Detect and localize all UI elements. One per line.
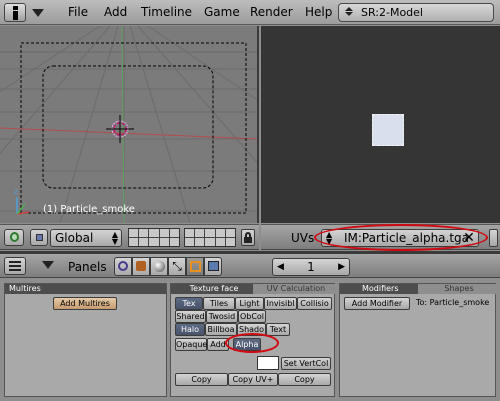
vertex-color-swatch[interactable] [257, 356, 279, 370]
3d-viewport[interactable]: z (1) Particle_smoke [0, 26, 259, 223]
menu-add[interactable]: Add [104, 5, 127, 19]
scene-icon[interactable] [204, 257, 222, 276]
copy-vertcol-button[interactable]: Copy VertCol [278, 373, 331, 386]
frame-value: 1 [307, 260, 315, 274]
frame-right-icon[interactable]: ▶ [338, 259, 345, 275]
image-selector-highlight [314, 224, 488, 251]
svg-text:z: z [14, 188, 18, 196]
logic-icon[interactable] [114, 257, 132, 276]
uv-image-editor[interactable] [261, 26, 500, 223]
scene-name: SR:2-Model [361, 6, 423, 19]
info-window-icon[interactable] [4, 3, 26, 22]
frame-number-field[interactable]: ◀ 1 ▶ [272, 258, 350, 276]
panels-label: Panels [68, 260, 107, 274]
viewport-header: Global ▲ ▼ [0, 224, 259, 250]
tab-shapes[interactable]: Shapes [418, 284, 496, 294]
context-buttons[interactable]: ⤡ [114, 257, 234, 277]
tab-modifiers[interactable]: Modifiers [340, 284, 418, 294]
draw-type-button[interactable] [30, 229, 48, 246]
shared-button[interactable]: Shared [175, 310, 206, 323]
uv-texture-square [372, 114, 404, 146]
invisible-button[interactable]: Invisibl [264, 297, 297, 310]
light-button[interactable]: Light [235, 297, 264, 310]
orientation-value: Global [55, 231, 94, 245]
layer-buttons[interactable] [128, 228, 238, 247]
menu-bar: File Add Timeline Game Render Help SR:2-… [0, 0, 500, 25]
menu-game[interactable]: Game [204, 5, 240, 19]
buttons-editor-icon[interactable] [4, 257, 26, 275]
menu-help[interactable]: Help [305, 5, 332, 19]
modifier-target-label: To: Particle_smoke [416, 298, 490, 307]
tab-texture-face[interactable]: Texture face [171, 284, 253, 294]
object-icon[interactable]: ⤡ [168, 257, 186, 276]
set-vertcol-button[interactable]: Set VertCol [281, 357, 331, 370]
multires-tab[interactable]: Multires [5, 284, 166, 294]
collision-button[interactable]: Collisio [297, 297, 332, 310]
copy-drawmode-button[interactable]: Copy DrawMo [175, 373, 228, 386]
uvs-label: UVs [291, 231, 315, 245]
tiles-button[interactable]: Tiles [203, 297, 235, 310]
copy-uv-button[interactable]: Copy UV+ [228, 373, 278, 386]
x-axis-line [0, 127, 257, 140]
menu-file[interactable]: File [68, 5, 88, 19]
editing-icon[interactable] [186, 257, 204, 276]
shading-icon[interactable] [150, 257, 168, 276]
menu-timeline[interactable]: Timeline [141, 5, 192, 19]
pin-icon[interactable] [489, 229, 498, 247]
twoside-button[interactable]: Twosid [206, 310, 238, 323]
tab-uv-calculation[interactable]: UV Calculation [253, 284, 335, 294]
uv-editor-header: UVs ▲ ▼ IM:Particle_alpha.tga ✕ [261, 224, 500, 251]
obcol-button[interactable]: ObCol [238, 310, 266, 323]
billboard-button[interactable]: Billboa [205, 323, 237, 336]
text-button[interactable]: Text [266, 323, 290, 336]
scene-selector[interactable]: SR:2-Model [338, 3, 494, 22]
opaque-button[interactable]: Opaque [175, 338, 207, 351]
multires-panel: Multires Add Multires [4, 283, 167, 397]
add-modifier-button[interactable]: Add Modifier [344, 297, 410, 310]
menu-render[interactable]: Render [250, 5, 293, 19]
tex-button[interactable]: Tex [175, 297, 203, 310]
panels-collapse-icon[interactable] [42, 261, 54, 269]
lock-icon[interactable] [241, 229, 255, 246]
modifiers-panel: Modifiers Shapes Add Modifier To: Partic… [339, 283, 496, 397]
texture-face-panel: Texture face UV Calculation Tex Tiles Li… [170, 283, 335, 397]
buttons-header: Panels ⤡ ◀ 1 ▶ [0, 251, 500, 278]
frame-left-icon[interactable]: ◀ [277, 259, 284, 275]
up-down-icon: ▲ ▼ [111, 230, 118, 246]
object-label: (1) Particle_smoke [43, 204, 135, 215]
alpha-button-highlight [225, 333, 279, 353]
script-icon[interactable] [132, 257, 150, 276]
orientation-dropdown[interactable]: Global ▲ ▼ [50, 229, 122, 247]
scene-up-down-icon [343, 6, 355, 19]
halo-button[interactable]: Halo [175, 323, 205, 336]
add-multires-button[interactable]: Add Multires [53, 297, 117, 310]
menu-collapse-icon[interactable] [30, 5, 46, 21]
camera-inner-frame [42, 65, 214, 189]
viewport-grid: z [0, 26, 257, 223]
editor-type-button[interactable] [4, 229, 24, 246]
